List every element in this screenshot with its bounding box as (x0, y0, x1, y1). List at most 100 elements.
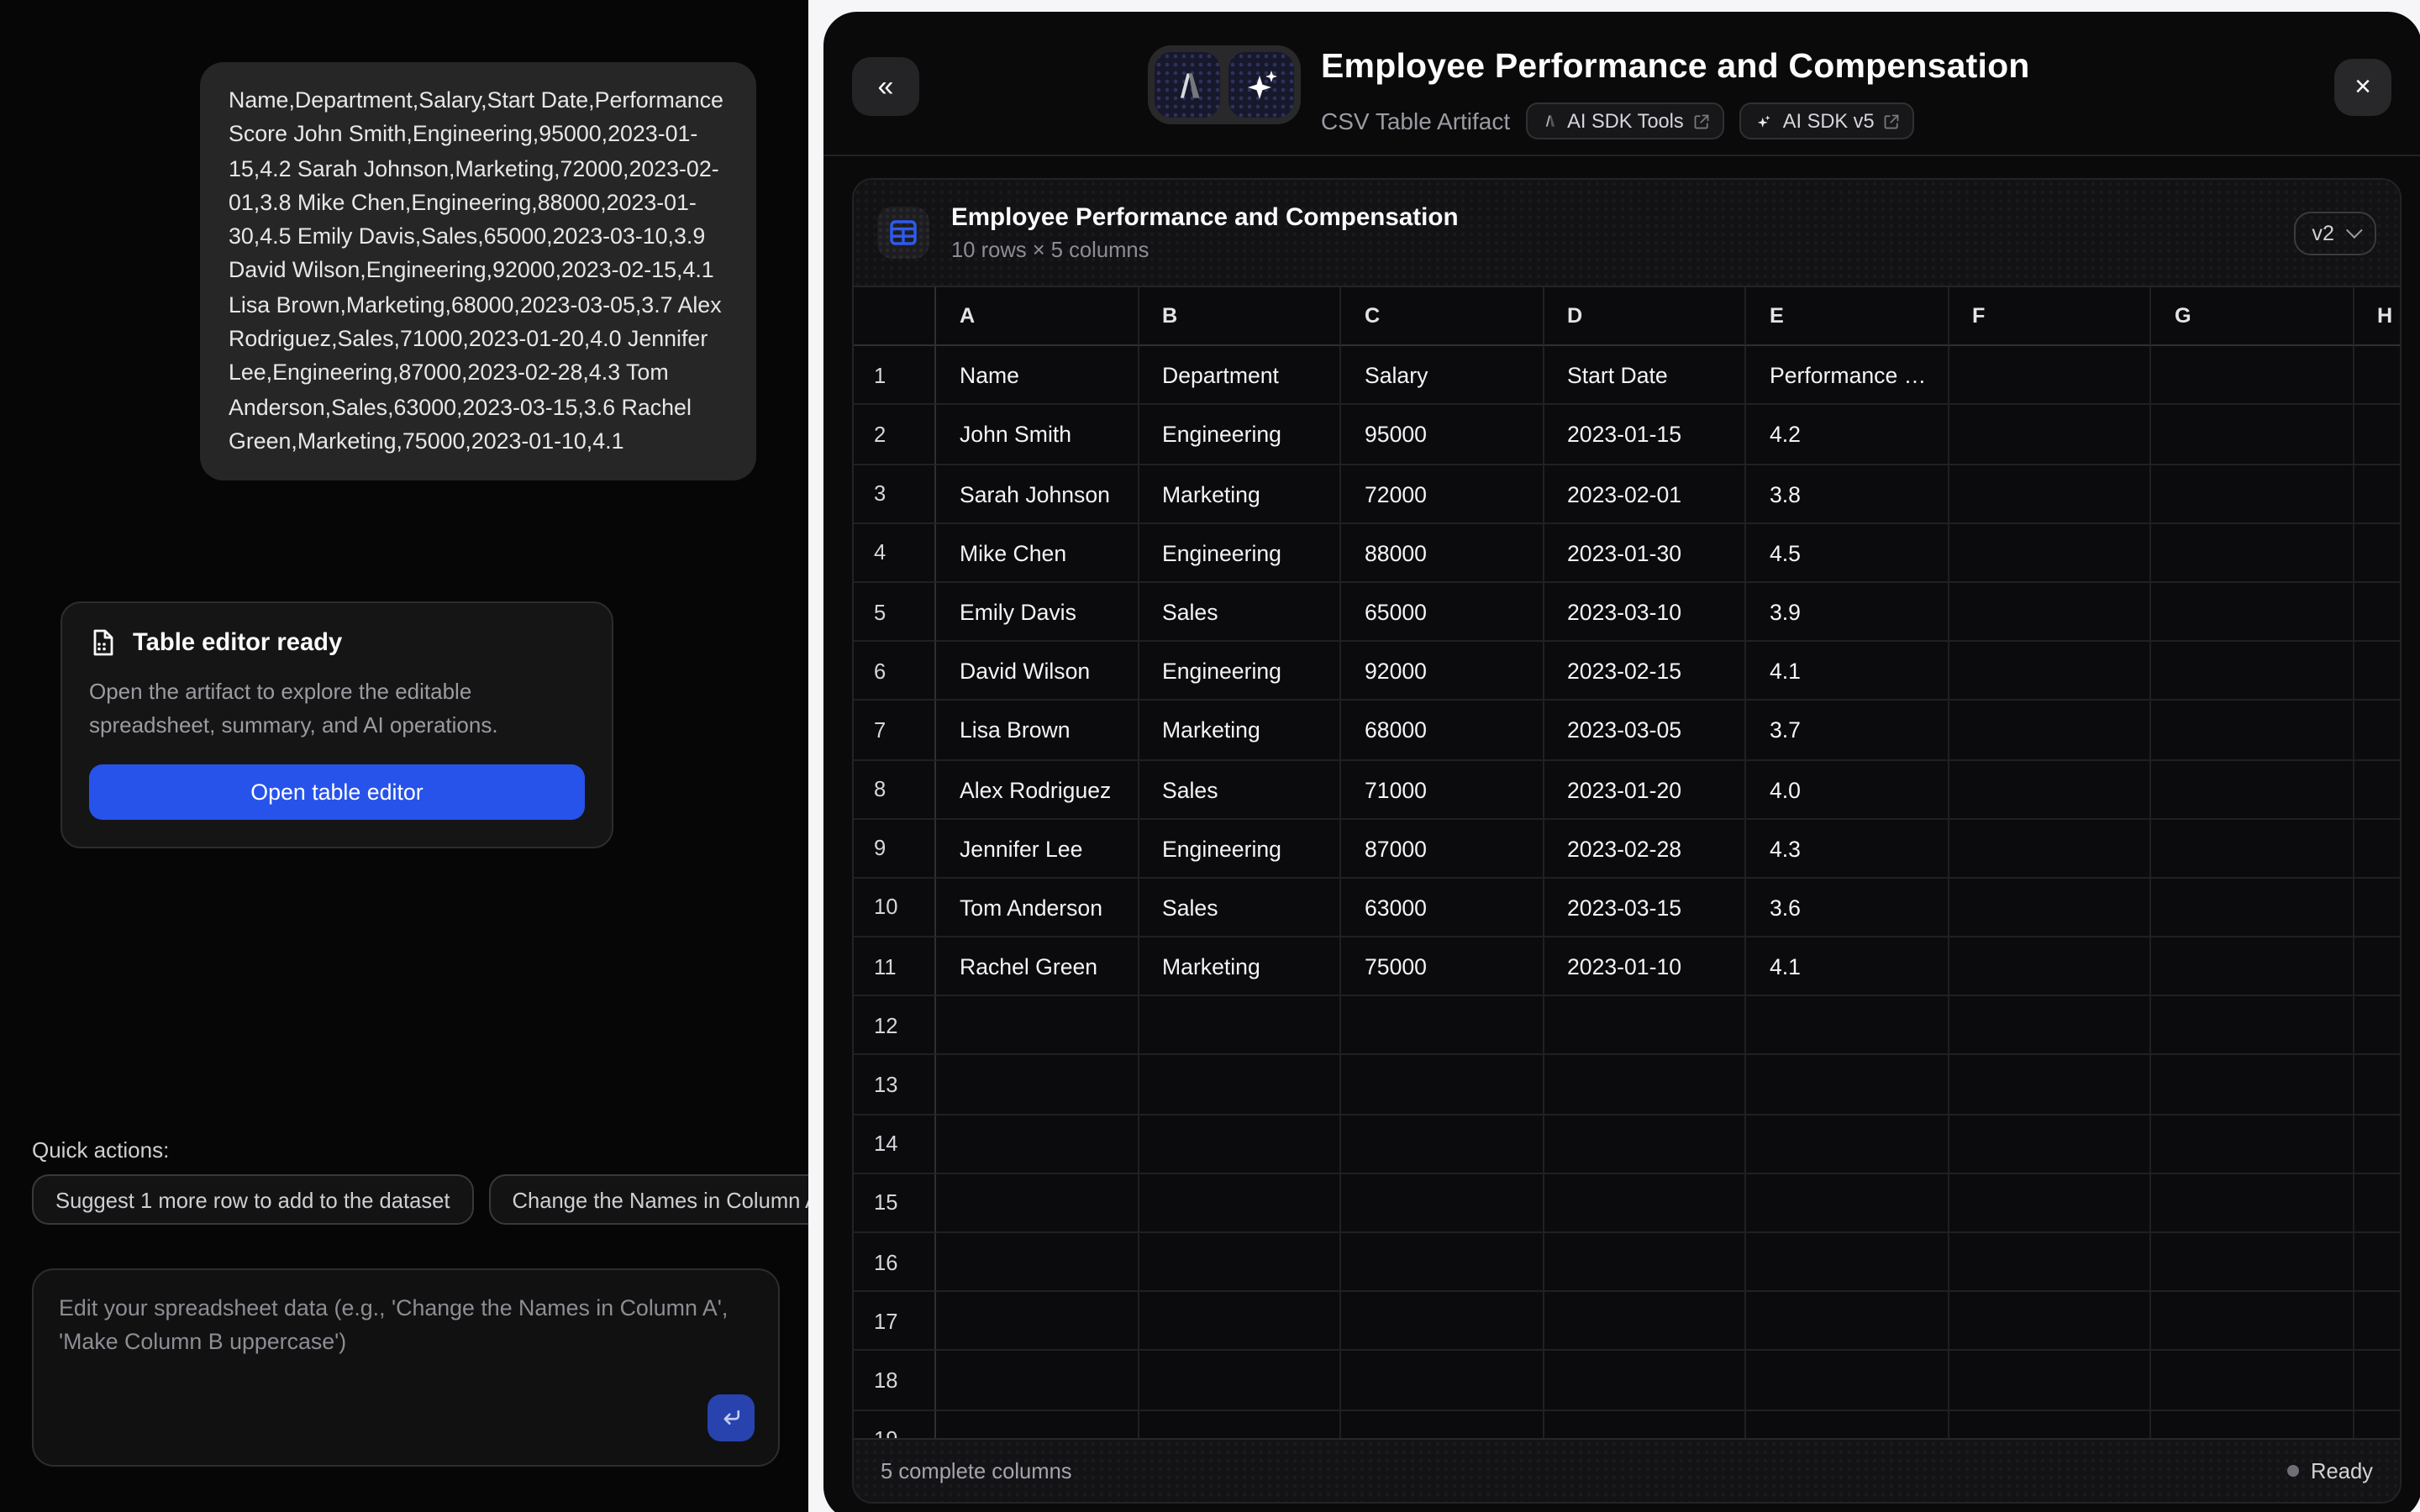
row-number-3[interactable]: 3 (854, 465, 936, 523)
cell-F1[interactable] (1949, 346, 2151, 405)
cell-B14[interactable] (1139, 1115, 1341, 1173)
cell-H4[interactable] (2354, 524, 2402, 583)
cell-D9[interactable]: 2023-02-28 (1544, 819, 1746, 878)
cell-E3[interactable]: 3.8 (1746, 465, 1949, 523)
cell-C3[interactable]: 72000 (1341, 465, 1544, 523)
cell-C1[interactable]: Salary (1341, 346, 1544, 405)
badge-ai-sdk-v5[interactable]: AI SDK v5 (1739, 102, 1915, 139)
cell-F15[interactable] (1949, 1174, 2151, 1233)
cell-G16[interactable] (2151, 1233, 2354, 1292)
cell-A8[interactable]: Alex Rodriguez (936, 760, 1139, 819)
cell-G8[interactable] (2151, 760, 2354, 819)
row-number-11[interactable]: 11 (854, 937, 936, 996)
cell-E9[interactable]: 4.3 (1746, 819, 1949, 878)
send-button[interactable] (708, 1394, 755, 1441)
cell-C9[interactable]: 87000 (1341, 819, 1544, 878)
column-header-G[interactable]: G (2151, 287, 2354, 346)
cell-F17[interactable] (1949, 1292, 2151, 1351)
cell-A13[interactable] (936, 1056, 1139, 1115)
cell-H18[interactable] (2354, 1352, 2402, 1410)
cell-H11[interactable] (2354, 937, 2402, 996)
cell-C10[interactable]: 63000 (1341, 879, 1544, 937)
cell-D16[interactable] (1544, 1233, 1746, 1292)
cell-C12[interactable] (1341, 997, 1544, 1056)
row-number-10[interactable]: 10 (854, 879, 936, 937)
cell-F12[interactable] (1949, 997, 2151, 1056)
cell-H14[interactable] (2354, 1115, 2402, 1173)
cell-B8[interactable]: Sales (1139, 760, 1341, 819)
cell-E2[interactable]: 4.2 (1746, 406, 1949, 465)
close-artifact-button[interactable]: × (2334, 59, 2391, 116)
cell-G6[interactable] (2151, 642, 2354, 701)
cell-G9[interactable] (2151, 819, 2354, 878)
cell-E13[interactable] (1746, 1056, 1949, 1115)
column-header-H[interactable]: H (2354, 287, 2402, 346)
cell-E7[interactable]: 3.7 (1746, 701, 1949, 760)
cell-A12[interactable] (936, 997, 1139, 1056)
cell-D18[interactable] (1544, 1352, 1746, 1410)
cell-H17[interactable] (2354, 1292, 2402, 1351)
cell-B13[interactable] (1139, 1056, 1341, 1115)
cell-H10[interactable] (2354, 879, 2402, 937)
cell-B1[interactable]: Department (1139, 346, 1341, 405)
cell-H6[interactable] (2354, 642, 2402, 701)
cell-A17[interactable] (936, 1292, 1139, 1351)
row-number-17[interactable]: 17 (854, 1292, 936, 1351)
cell-A14[interactable] (936, 1115, 1139, 1173)
cell-G15[interactable] (2151, 1174, 2354, 1233)
cell-F2[interactable] (1949, 406, 2151, 465)
cell-B5[interactable]: Sales (1139, 583, 1341, 642)
cell-F5[interactable] (1949, 583, 2151, 642)
cell-C8[interactable]: 71000 (1341, 760, 1544, 819)
cell-D8[interactable]: 2023-01-20 (1544, 760, 1746, 819)
quick-action-change-names[interactable]: Change the Names in Column A (489, 1174, 808, 1225)
cell-B7[interactable]: Marketing (1139, 701, 1341, 760)
cell-E12[interactable] (1746, 997, 1949, 1056)
row-number-1[interactable]: 1 (854, 346, 936, 405)
cell-B4[interactable]: Engineering (1139, 524, 1341, 583)
cell-F4[interactable] (1949, 524, 2151, 583)
cell-H8[interactable] (2354, 760, 2402, 819)
cell-C7[interactable]: 68000 (1341, 701, 1544, 760)
cell-B18[interactable] (1139, 1352, 1341, 1410)
cell-A15[interactable] (936, 1174, 1139, 1233)
open-table-editor-button[interactable]: Open table editor (89, 764, 585, 820)
cell-F3[interactable] (1949, 465, 2151, 523)
cell-D17[interactable] (1544, 1292, 1746, 1351)
cell-H13[interactable] (2354, 1056, 2402, 1115)
cell-F14[interactable] (1949, 1115, 2151, 1173)
cell-G10[interactable] (2151, 879, 2354, 937)
column-header-F[interactable]: F (1949, 287, 2151, 346)
cell-F10[interactable] (1949, 879, 2151, 937)
row-number-13[interactable]: 13 (854, 1056, 936, 1115)
cell-D12[interactable] (1544, 997, 1746, 1056)
cell-B16[interactable] (1139, 1233, 1341, 1292)
cell-H2[interactable] (2354, 406, 2402, 465)
cell-C16[interactable] (1341, 1233, 1544, 1292)
cell-E4[interactable]: 4.5 (1746, 524, 1949, 583)
row-number-7[interactable]: 7 (854, 701, 936, 760)
cell-G18[interactable] (2151, 1352, 2354, 1410)
cell-G2[interactable] (2151, 406, 2354, 465)
chat-input[interactable] (34, 1270, 778, 1388)
row-number-18[interactable]: 18 (854, 1352, 936, 1410)
row-number-15[interactable]: 15 (854, 1174, 936, 1233)
cell-F11[interactable] (1949, 937, 2151, 996)
cell-C5[interactable]: 65000 (1341, 583, 1544, 642)
column-header-B[interactable]: B (1139, 287, 1341, 346)
cell-G4[interactable] (2151, 524, 2354, 583)
cell-F13[interactable] (1949, 1056, 2151, 1115)
cell-A18[interactable] (936, 1352, 1139, 1410)
row-number-8[interactable]: 8 (854, 760, 936, 819)
cell-H9[interactable] (2354, 819, 2402, 878)
cell-G5[interactable] (2151, 583, 2354, 642)
cell-B2[interactable]: Engineering (1139, 406, 1341, 465)
version-dropdown[interactable]: v2 (2293, 211, 2376, 255)
cell-B9[interactable]: Engineering (1139, 819, 1341, 878)
cell-G11[interactable] (2151, 937, 2354, 996)
cell-E16[interactable] (1746, 1233, 1949, 1292)
cell-F6[interactable] (1949, 642, 2151, 701)
cell-E8[interactable]: 4.0 (1746, 760, 1949, 819)
cell-C15[interactable] (1341, 1174, 1544, 1233)
cell-B12[interactable] (1139, 997, 1341, 1056)
